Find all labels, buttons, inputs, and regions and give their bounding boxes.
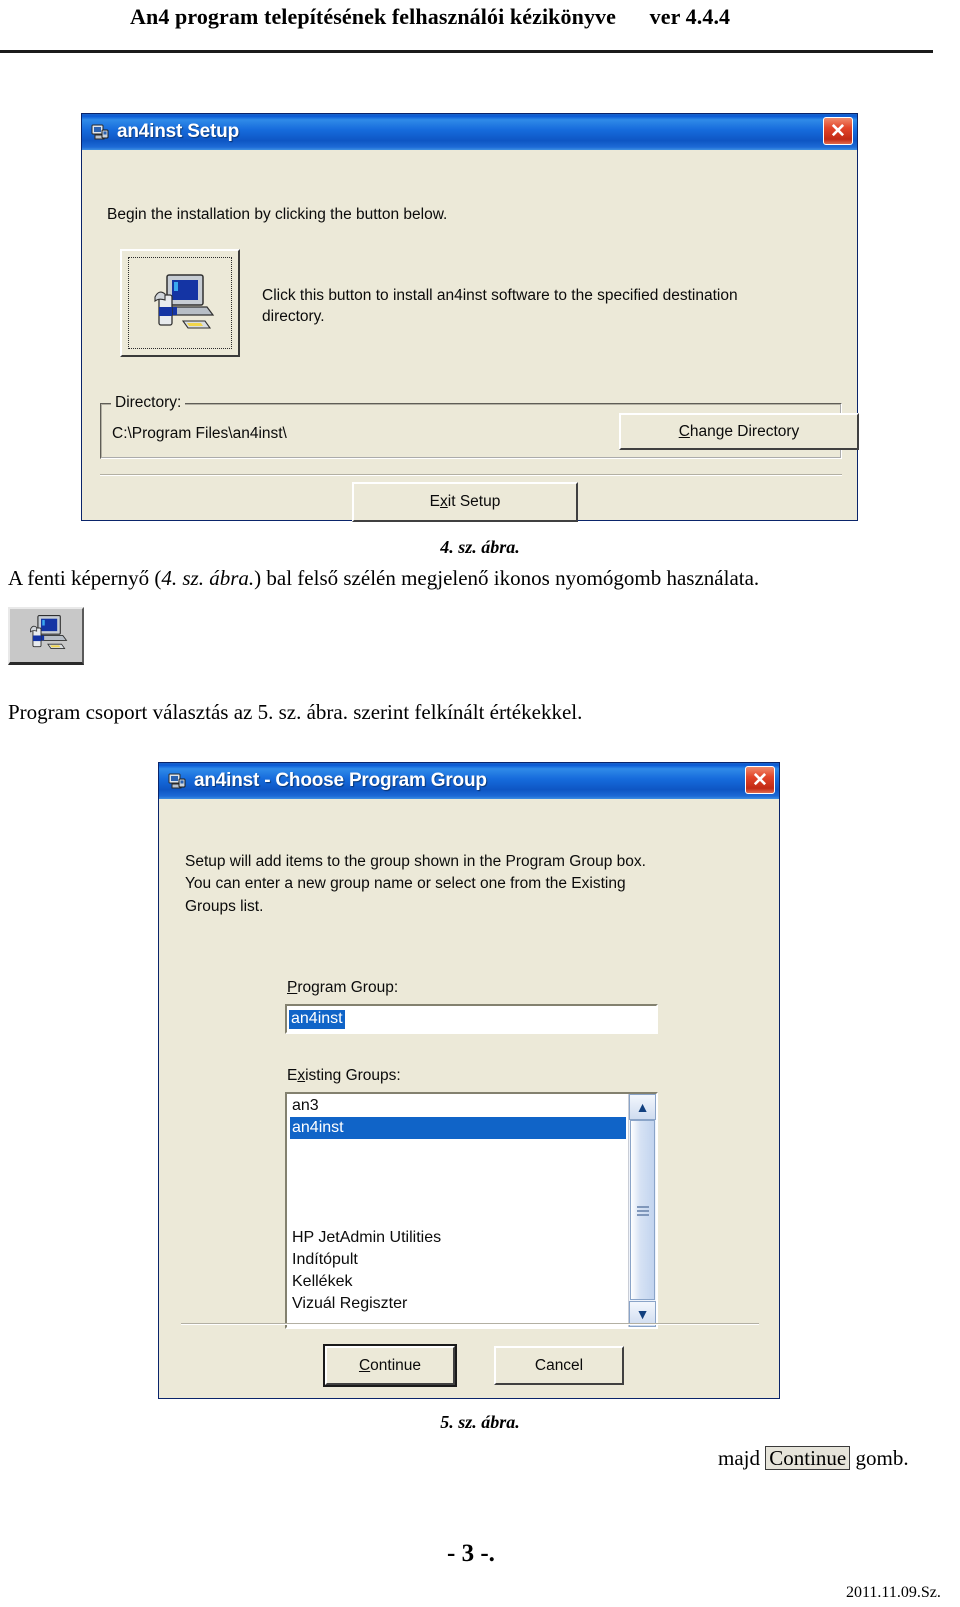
exit-setup-label: it Setup <box>447 493 501 510</box>
group-intro-text: Setup will add items to the group shown … <box>185 851 646 918</box>
paragraph1-pre: A fenti képernyő ( <box>8 566 162 590</box>
choose-program-group-dialog: an4inst - Choose Program Group ✕ Setup w… <box>158 762 780 1399</box>
program-group-label-text: rogram Group: <box>297 979 399 996</box>
paragraph1-post: ) bal felső szélén megjelenő ikonos nyom… <box>254 566 760 590</box>
existing-groups-label-text: isting Groups: <box>305 1067 401 1084</box>
setup-dialog-title: an4inst Setup <box>117 121 239 142</box>
directory-group-label: Directory: <box>111 394 186 412</box>
change-directory-label: hange Directory <box>689 422 800 440</box>
setup-intro-text: Begin the installation by clicking the b… <box>107 206 448 223</box>
install-button[interactable] <box>120 249 240 357</box>
setup-dialog-body: Begin the installation by clicking the b… <box>82 150 859 522</box>
group-dialog-title: an4inst - Choose Program Group <box>194 770 487 791</box>
listbox-scrollbar[interactable]: ▲ ▼ <box>628 1094 656 1327</box>
change-directory-accel: C <box>678 422 690 440</box>
closing-sentence: majd Continue gomb. <box>718 1446 909 1471</box>
figure5-caption: 5. sz. ábra. <box>440 1412 520 1432</box>
group-dialog-titlebar: an4inst - Choose Program Group ✕ <box>159 763 779 799</box>
program-group-accel: P <box>287 979 298 996</box>
document-header: An4 program telepítésének felhasználói k… <box>0 0 960 53</box>
continue-button[interactable]: Continue <box>323 1344 457 1387</box>
computer-install-icon <box>128 257 232 349</box>
continue-accel: C <box>358 1356 371 1374</box>
page-number: - 3 -. <box>447 1540 495 1568</box>
group-separator <box>181 1323 759 1325</box>
an4inst-setup-dialog: an4inst Setup ✕ Begin the installation b… <box>81 113 859 522</box>
page-number-value: - 3 -. <box>447 1540 495 1567</box>
existing-groups-prefix: E <box>287 1067 298 1084</box>
program-group-input[interactable]: an4inst <box>285 1004 658 1034</box>
list-item[interactable]: Indítópult <box>290 1249 628 1271</box>
existing-groups-label: Existing Groups: <box>287 1067 401 1085</box>
setup-package-icon <box>90 122 110 142</box>
continue-label: ontinue <box>370 1356 422 1374</box>
close-icon[interactable]: ✕ <box>823 117 853 145</box>
group-intro-line2: You can enter a new group name or select… <box>185 875 626 893</box>
document-header-title: An4 program telepítésének felhasználói k… <box>130 4 731 29</box>
setup-package-icon <box>167 771 187 791</box>
exit-setup-accel: x <box>440 493 448 510</box>
list-item[interactable]: Vizuál Regiszter <box>290 1293 628 1315</box>
program-group-label: Program Group: <box>287 979 398 997</box>
paragraph-figure5-reference: Program csoport választás az 5. sz. ábra… <box>8 700 583 724</box>
program-group-value: an4inst <box>289 1009 345 1029</box>
inline-continue-chip[interactable]: Continue <box>765 1446 851 1471</box>
existing-groups-listbox[interactable]: an3 an4inst HP JetAdmin Utilities Indítópu… <box>285 1092 658 1329</box>
header-divider <box>0 50 933 53</box>
list-item[interactable]: Kellékek <box>290 1271 628 1293</box>
chevron-up-icon[interactable]: ▲ <box>629 1094 656 1120</box>
closing-pre: majd <box>718 1446 766 1470</box>
scrollbar-grip <box>636 1206 649 1216</box>
group-dialog-body: Setup will add items to the group shown … <box>159 799 779 1398</box>
exit-setup-prefix: E <box>429 493 441 510</box>
exit-setup-button[interactable]: Ex it Setup <box>352 482 578 522</box>
directory-path-value: C:\Program Files\an4inst\ <box>112 425 287 442</box>
computer-install-icon <box>23 610 69 661</box>
group-intro-line1: Setup will add items to the group shown … <box>185 853 646 870</box>
existing-groups-accel: x <box>297 1067 306 1084</box>
list-item[interactable]: an4inst <box>290 1117 626 1139</box>
existing-groups-items: an3 an4inst HP JetAdmin Utilities Indítópu… <box>287 1094 628 1327</box>
list-item[interactable]: HP JetAdmin Utilities <box>290 1227 628 1249</box>
closing-post: gomb. <box>850 1446 909 1470</box>
figure4-caption: 4. sz. ábra. <box>440 537 520 557</box>
directory-groupbox: Directory: C:\Program Files\an4inst\ Cha… <box>100 394 859 459</box>
paragraph-figure4-reference: A fenti képernyő (4. sz. ábra.) bal fels… <box>8 566 759 591</box>
install-description-text: Click this button to install an4inst sof… <box>262 287 738 325</box>
group-intro-line3: Groups list. <box>185 897 264 915</box>
cancel-button[interactable]: Cancel <box>494 1346 624 1385</box>
change-directory-button[interactable]: Change Directory <box>619 413 859 450</box>
paragraph1-italic: 4. sz. ábra. <box>161 566 255 590</box>
list-item[interactable]: an3 <box>290 1095 628 1117</box>
close-icon[interactable]: ✕ <box>745 766 775 794</box>
setup-separator <box>100 474 842 476</box>
setup-dialog-titlebar: an4inst Setup ✕ <box>82 114 857 150</box>
footer-date: 2011.11.09.Sz. <box>846 1584 941 1601</box>
inline-install-icon-button[interactable] <box>8 607 84 665</box>
